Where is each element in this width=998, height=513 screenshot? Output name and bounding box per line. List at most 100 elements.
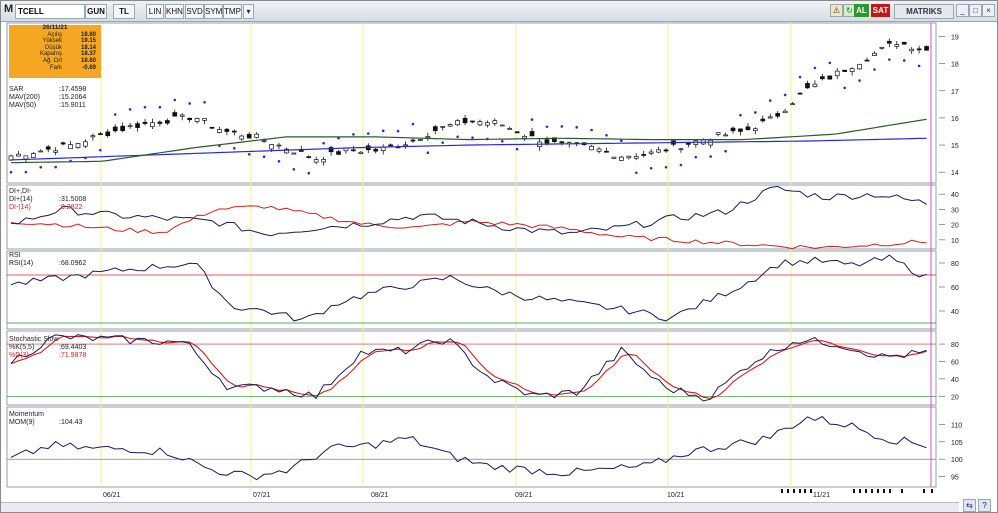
month-label: 10/21 [667, 492, 685, 499]
sar-dot [113, 113, 117, 116]
candle-body [60, 142, 66, 145]
quote-info-box: 26/11/21 Açılış 18.80 Yüksek 19.15 Düşük 18… [9, 24, 101, 78]
candle-body [760, 118, 766, 122]
help-icon[interactable]: ? [978, 499, 991, 512]
candle-body [90, 135, 96, 138]
candle-body [499, 124, 505, 127]
candle-body [834, 70, 840, 77]
candle-body [410, 139, 416, 142]
candle-body [246, 133, 252, 139]
candle-body [790, 103, 795, 106]
quote-date: 26/11/21 [42, 24, 68, 31]
candle-body [53, 150, 59, 153]
month-label: 08/21 [371, 492, 389, 499]
sar-dot [426, 151, 430, 155]
candle-body [313, 159, 319, 163]
chart-area[interactable]: 19 18 17 16 15 14 40 30 20 10 80 60 40 80 60 40 20 110 105… [1, 1, 997, 501]
price-tick: 19 [951, 35, 959, 42]
sar-dot [128, 108, 132, 111]
sar-dot [396, 129, 400, 133]
month-label: 09/21 [515, 492, 533, 499]
sar-dot [798, 75, 802, 79]
candle-body [596, 148, 602, 152]
stoch-tick: 40 [951, 377, 959, 384]
rsi-title: RSI [9, 252, 21, 259]
sar-dot [54, 165, 57, 169]
candle-body [901, 41, 907, 45]
sar-dot [456, 135, 459, 139]
candle-body [83, 141, 88, 147]
sar-dot [158, 105, 162, 109]
candle-body [648, 151, 654, 154]
stoch-legend: Stochastic Slow %K(5,5):69.4403 %D(3):71… [9, 336, 87, 359]
quote-row: Düşük 18.14 [44, 44, 96, 51]
event-marker [810, 489, 812, 493]
candle-body [276, 144, 282, 147]
event-marker [923, 489, 925, 493]
stoch-title: Stochastic Slow [9, 336, 59, 343]
candle-body [656, 149, 661, 153]
candle-body [75, 143, 81, 148]
candle-body [388, 144, 393, 147]
sar-dot [352, 133, 355, 136]
candle-body [507, 128, 513, 130]
sar-dot [292, 167, 296, 171]
sar-dot [545, 125, 549, 129]
candle-body [403, 144, 408, 147]
candle-body [120, 125, 126, 131]
candle-body [849, 68, 855, 72]
candle-body [738, 128, 743, 132]
candle-body [857, 63, 862, 70]
event-marker [804, 489, 806, 493]
candle-body [45, 146, 51, 150]
candle-body [864, 59, 870, 62]
horizontal-scrollbar[interactable] [1, 502, 959, 512]
dmi-tick: 30 [951, 207, 959, 214]
candle-body [30, 153, 36, 158]
price-tick: 16 [951, 116, 959, 123]
event-marker [889, 489, 891, 493]
sar-dot [783, 93, 787, 97]
quote-row: Ağ. Ort 18.60 [42, 57, 96, 64]
sar-dot [709, 155, 712, 158]
price-tick: 17 [951, 89, 959, 96]
dmi-tick: 10 [951, 238, 959, 245]
candle-body [455, 120, 460, 126]
candle-body [842, 69, 848, 72]
sar-dot [188, 102, 191, 105]
candle-body [231, 130, 237, 133]
month-label: 11/21 [813, 492, 830, 499]
candle-body [589, 145, 594, 151]
candle-body [805, 82, 810, 89]
candle-body [187, 117, 192, 121]
sync-icon[interactable]: ⇆ [963, 499, 976, 512]
sar-dot [9, 170, 13, 174]
candle-body [142, 121, 148, 124]
sar-dot [694, 155, 698, 159]
sar-dot [843, 86, 846, 90]
sar-dot [39, 165, 43, 169]
sar-dot [754, 111, 757, 114]
mom-legend: Momentum MOM(9):104.43 [9, 411, 83, 426]
event-marker [787, 489, 789, 493]
candle-body [477, 121, 483, 126]
sar-dot [873, 68, 876, 71]
candle-body [135, 123, 140, 128]
candle-body [105, 131, 111, 137]
candle-body [812, 83, 818, 87]
candle-body [150, 122, 155, 128]
candle-body [522, 136, 527, 139]
candle-body [447, 124, 453, 127]
mom-tick: 95 [951, 475, 959, 482]
dmi-title: DI+,DI- [9, 188, 32, 195]
candle-body [767, 116, 773, 119]
candle-body [782, 110, 788, 114]
sar-dot [262, 155, 266, 159]
quote-row: Kapanış 18.37 [39, 51, 96, 58]
sar-dot [664, 165, 668, 169]
sar-dot [307, 171, 311, 175]
sar-dot [515, 147, 519, 151]
dmi-legend: DI+,DI- DI+(14):31.5008 DI-(14):9.2822 [9, 188, 87, 211]
candle-body [440, 125, 446, 128]
event-marker [853, 489, 855, 493]
